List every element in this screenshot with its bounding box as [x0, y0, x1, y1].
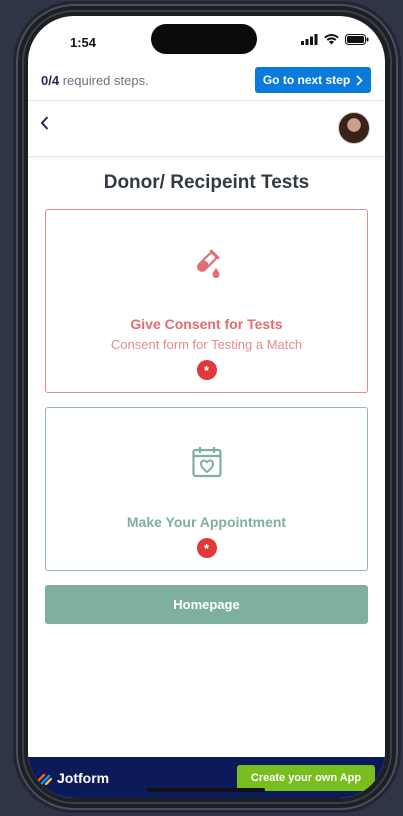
appointment-card-title: Make Your Appointment — [126, 514, 287, 530]
app-screen: 1:54 0/4 required steps. Go to next step… — [28, 16, 385, 798]
calendar-heart-icon — [191, 447, 222, 478]
next-step-label: Go to next step — [262, 73, 351, 87]
appointment-card[interactable]: Make Your Appointment * — [45, 407, 368, 571]
consent-card-subtitle: Consent form for Testing a Match — [110, 337, 303, 352]
test-tube-drop-icon — [196, 249, 219, 278]
dynamic-island — [151, 24, 257, 54]
status-icons — [301, 34, 369, 45]
chevron-right-icon — [356, 74, 363, 86]
steps-label: required steps. — [62, 73, 149, 88]
homepage-button[interactable]: Homepage — [45, 585, 368, 624]
jotform-brand: Jotform — [57, 770, 110, 786]
wifi-icon — [324, 34, 339, 45]
go-to-next-step-button[interactable]: Go to next step — [255, 67, 371, 93]
page-title: Donor/ Recipeint Tests — [103, 172, 310, 193]
signal-icon — [301, 34, 318, 45]
required-badge: * — [196, 360, 217, 380]
required-steps-bar: 0/4 required steps. Go to next step — [28, 66, 385, 101]
consent-card-title: Give Consent for Tests — [130, 316, 283, 332]
status-bar: 1:54 — [28, 16, 385, 66]
steps-counter: 0/4 required steps. — [41, 73, 149, 88]
consent-form-card[interactable]: Give Consent for Tests Consent form for … — [45, 209, 368, 393]
battery-icon — [345, 34, 369, 45]
steps-completed: 0/4 — [41, 73, 60, 88]
navigation-bar — [28, 102, 385, 157]
jotform-logo[interactable]: Jotform — [38, 770, 109, 786]
home-indicator — [147, 788, 265, 792]
jotform-logo-icon — [38, 773, 52, 785]
user-avatar[interactable] — [338, 112, 370, 144]
back-button[interactable] — [40, 115, 50, 136]
required-badge: * — [196, 538, 217, 558]
status-time: 1:54 — [70, 35, 97, 50]
chevron-left-icon — [40, 116, 49, 130]
